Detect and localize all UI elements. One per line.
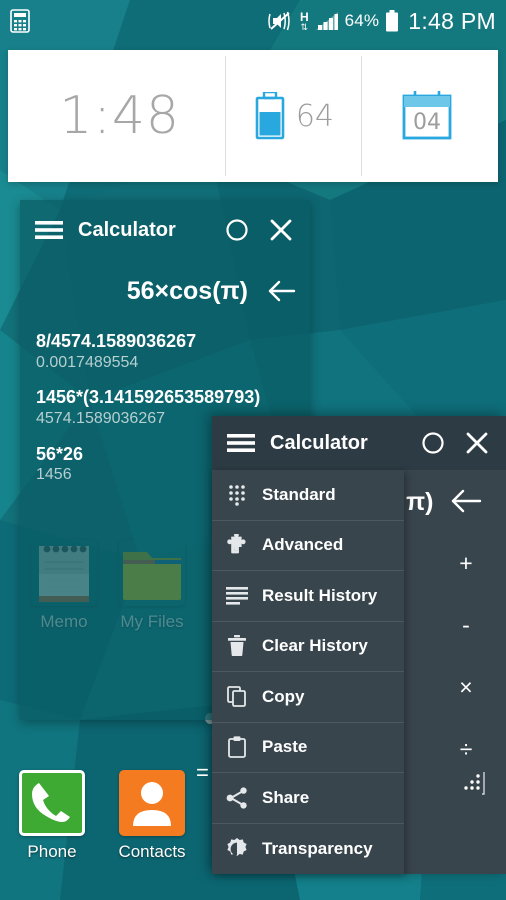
window-title: Calculator <box>270 431 368 454</box>
app-icon-contacts[interactable]: Contacts <box>104 770 200 862</box>
menu-item-result-history[interactable]: Result History <box>212 571 404 622</box>
calculator-icon <box>10 9 30 33</box>
menu-item-label: Result History <box>262 585 378 605</box>
history-entry[interactable]: 8/4574.1589036267 0.0017489554 <box>36 330 294 373</box>
app-icon-phone[interactable]: Phone <box>4 770 100 862</box>
equals-button[interactable]: = <box>196 760 209 786</box>
operator-minus-button[interactable]: - <box>426 594 506 656</box>
menu-item-label: Paste <box>262 737 308 757</box>
calculator-window-titlebar[interactable]: Calculator <box>20 200 310 260</box>
brightness-half-icon <box>226 837 248 860</box>
calendar-icon: 04 <box>400 89 454 143</box>
menu-item-share[interactable]: Share <box>212 773 404 824</box>
widget-battery[interactable]: 64 <box>225 56 360 176</box>
calculator-expression: 56×cos(π) <box>126 276 248 305</box>
battery-icon <box>385 10 399 32</box>
trash-can-icon <box>226 635 248 657</box>
history-result: 0.0017489554 <box>36 353 139 371</box>
calculator-window-2-titlebar[interactable]: Calculator <box>212 416 506 470</box>
share-nodes-icon <box>226 787 248 809</box>
status-bar-indicators: H ⇅ 64% 1:48 PM <box>268 8 496 35</box>
history-expression: 1456*(3.141592653589793) <box>36 387 261 408</box>
menu-item-label: Clear History <box>262 636 368 656</box>
circle-minimize-icon[interactable] <box>418 428 448 458</box>
menu-item-label: Transparency <box>262 838 373 858</box>
contact-person-icon <box>119 770 185 836</box>
menu-item-transparency[interactable]: Transparency <box>212 824 404 875</box>
clock-battery-calendar-widget[interactable]: 1:48 64 04 <box>8 50 498 182</box>
widget-calendar[interactable]: 04 <box>360 56 492 176</box>
app-label: Contacts <box>118 842 186 861</box>
menu-item-copy[interactable]: Copy <box>212 672 404 723</box>
clipboard-paste-icon <box>226 736 248 759</box>
history-expression: 8/4574.1589036267 <box>36 331 197 351</box>
window-title: Calculator <box>78 218 176 241</box>
battery-icon <box>253 92 287 140</box>
status-bar-notifications <box>10 9 30 33</box>
app-label: Phone <box>27 842 77 861</box>
backspace-arrow-icon[interactable] <box>266 279 296 303</box>
menu-item-label: Copy <box>262 686 305 706</box>
menu-item-clear-history[interactable]: Clear History <box>212 622 404 672</box>
hamburger-menu-icon[interactable] <box>226 428 256 458</box>
data-transfer-icon: ⇅ <box>300 21 309 32</box>
list-lines-icon <box>226 585 248 607</box>
resize-grip-icon[interactable] <box>460 770 500 894</box>
dialpad-dots-icon <box>226 484 248 506</box>
menu-item-paste[interactable]: Paste <box>212 723 404 773</box>
puzzle-piece-icon <box>226 534 248 556</box>
battery-percent-label: 64% <box>344 11 380 30</box>
status-bar-clock: 1:48 PM <box>408 7 496 34</box>
calculator-options-menu[interactable]: Standard Advanced Result History Clear H… <box>212 470 404 874</box>
copy-icon <box>226 685 248 708</box>
hamburger-menu-icon[interactable] <box>34 215 64 245</box>
widget-clock[interactable]: 1:48 <box>14 56 225 176</box>
close-x-icon[interactable] <box>266 215 296 245</box>
widget-clock-time: 1:48 <box>59 86 181 146</box>
operator-plus-button[interactable]: + <box>426 532 506 594</box>
backspace-arrow-icon[interactable] <box>426 470 506 532</box>
menu-item-label: Advanced <box>262 535 344 555</box>
operator-multiply-button[interactable]: × <box>426 656 506 718</box>
widget-battery-value: 64 <box>295 98 335 134</box>
menu-item-advanced[interactable]: Advanced <box>212 521 404 571</box>
signal-bars-icon <box>315 11 339 31</box>
status-bar: H ⇅ 64% 1:48 PM <box>0 0 506 42</box>
calculator-display[interactable]: 56×cos(π) <box>20 260 310 322</box>
menu-item-standard[interactable]: Standard <box>212 470 404 521</box>
vibrate-mute-icon <box>268 10 294 32</box>
calculator-expression-tail: π) <box>406 488 434 516</box>
menu-item-label: Share <box>262 787 310 807</box>
circle-minimize-icon[interactable] <box>222 215 252 245</box>
close-x-icon[interactable] <box>462 428 492 458</box>
network-type-indicator: H ⇅ <box>299 9 309 32</box>
menu-item-label: Standard <box>262 484 336 504</box>
svg-text:04: 04 <box>413 110 441 135</box>
phone-handset-icon <box>19 770 85 836</box>
